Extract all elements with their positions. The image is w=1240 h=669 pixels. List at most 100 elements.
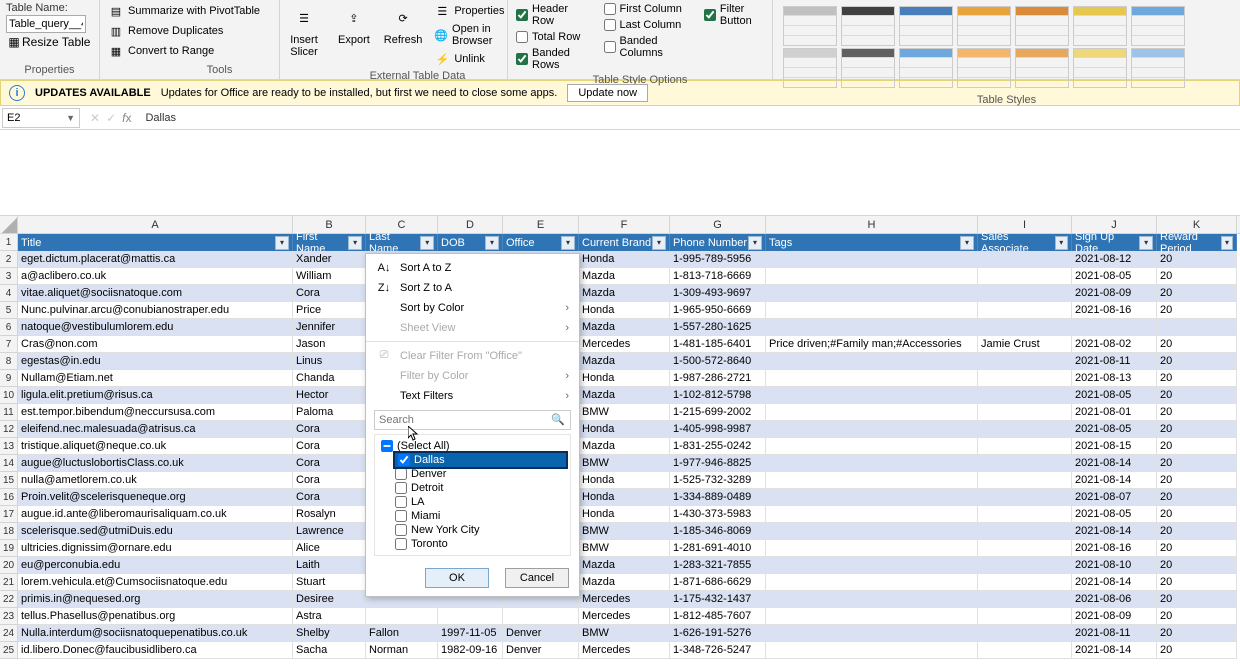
cancel-formula-icon[interactable]: ✕ [90,111,100,125]
refresh-button[interactable]: ⟳Refresh [380,2,427,48]
cell[interactable]: Honda [579,302,670,319]
cell[interactable] [978,540,1072,557]
cell[interactable]: 1-995-789-5956 [670,251,766,268]
row-header[interactable]: 1 [0,234,18,251]
cell[interactable]: Honda [579,472,670,489]
filter-check-item[interactable]: Detroit [395,481,566,495]
cell[interactable]: 1-348-726-5247 [670,642,766,659]
cell[interactable]: 2021-08-14 [1072,455,1157,472]
table-header-cell[interactable]: First Name▾ [293,234,366,251]
cell[interactable]: Desiree [293,591,366,608]
cell[interactable]: 20 [1157,523,1237,540]
cell[interactable]: egestas@in.edu [18,353,293,370]
filter-check-item[interactable]: LA [395,495,566,509]
cell[interactable]: BMW [579,523,670,540]
cell[interactable] [978,557,1072,574]
cell[interactable] [978,625,1072,642]
cell[interactable]: 20 [1157,268,1237,285]
row-header[interactable]: 18 [0,523,18,540]
cell[interactable]: 20 [1157,251,1237,268]
cell[interactable] [978,319,1072,336]
cell[interactable] [766,455,978,472]
cell[interactable]: Cora [293,285,366,302]
table-style-thumb[interactable] [899,6,953,46]
cell[interactable] [978,574,1072,591]
cell[interactable]: Norman [366,642,438,659]
table-style-thumb[interactable] [1131,6,1185,46]
cell[interactable]: 20 [1157,404,1237,421]
cell[interactable]: 2021-08-05 [1072,268,1157,285]
cell[interactable]: 20 [1157,574,1237,591]
cell[interactable]: nulla@ametlorem.co.uk [18,472,293,489]
cell[interactable]: 1-965-950-6669 [670,302,766,319]
cell[interactable]: 2021-08-05 [1072,387,1157,404]
cell[interactable]: eu@perconubia.edu [18,557,293,574]
cell[interactable] [766,642,978,659]
filter-dropdown-icon[interactable]: ▾ [561,236,575,250]
filter-check-item[interactable]: (Select All) [381,439,566,453]
cell[interactable]: Mazda [579,268,670,285]
cell[interactable]: 1-175-432-1437 [670,591,766,608]
row-header[interactable]: 22 [0,591,18,608]
select-all-corner[interactable] [0,216,18,234]
open-browser-button[interactable]: 🌐Open in Browser [432,22,506,48]
cell[interactable]: ligula.elit.pretium@risus.ca [18,387,293,404]
row-header[interactable]: 5 [0,302,18,319]
row-header[interactable]: 16 [0,489,18,506]
cell[interactable]: 1-500-572-8640 [670,353,766,370]
table-header-cell[interactable]: Tags▾ [766,234,978,251]
filter-dropdown-icon[interactable]: ▾ [1139,236,1153,250]
table-header-cell[interactable]: Title▾ [18,234,293,251]
cell[interactable]: scelerisque.sed@utmiDuis.edu [18,523,293,540]
row-header[interactable]: 14 [0,455,18,472]
column-header[interactable]: E [503,216,579,233]
cell[interactable]: Stuart [293,574,366,591]
cell[interactable]: 20 [1157,336,1237,353]
cell[interactable] [766,438,978,455]
cell[interactable]: 2021-08-14 [1072,523,1157,540]
filter-dropdown-icon[interactable]: ▾ [960,236,974,250]
filter-dropdown-icon[interactable]: ▾ [1221,236,1233,250]
cell[interactable]: BMW [579,404,670,421]
cell[interactable] [766,489,978,506]
cell[interactable]: 20 [1157,455,1237,472]
cell[interactable]: 2021-08-06 [1072,591,1157,608]
cell[interactable]: 1-557-280-1625 [670,319,766,336]
table-style-thumb[interactable] [1073,48,1127,88]
cell[interactable]: a@aclibero.co.uk [18,268,293,285]
cell[interactable]: 2021-08-13 [1072,370,1157,387]
cell[interactable] [766,268,978,285]
formula-value[interactable]: Dallas [139,112,1240,124]
cell[interactable]: 2021-08-16 [1072,302,1157,319]
cell[interactable]: 1-283-321-7855 [670,557,766,574]
cell[interactable]: lorem.vehicula.et@Cumsociisnatoque.edu [18,574,293,591]
filter-dropdown-icon[interactable]: ▾ [420,236,434,250]
cell[interactable] [766,370,978,387]
cell[interactable]: Mazda [579,557,670,574]
table-style-thumb[interactable] [841,6,895,46]
cell[interactable]: tristique.aliquet@neque.co.uk [18,438,293,455]
cell[interactable]: augue.id.ante@liberomaurisaliquam.co.uk [18,506,293,523]
cell[interactable] [978,387,1072,404]
summarize-pivot-button[interactable]: ▤Summarize with PivotTable [106,2,262,20]
cell[interactable] [766,302,978,319]
filter-search-input[interactable] [374,410,571,430]
cell[interactable]: 20 [1157,353,1237,370]
cell[interactable] [766,421,978,438]
row-header[interactable]: 10 [0,387,18,404]
cell[interactable]: 1-185-346-8069 [670,523,766,540]
remove-duplicates-button[interactable]: ▥Remove Duplicates [106,22,225,40]
cell[interactable]: Nulla.interdum@sociisnatoquepenatibus.co… [18,625,293,642]
cell[interactable]: Lawrence [293,523,366,540]
row-header[interactable]: 19 [0,540,18,557]
cell[interactable]: 1982-09-16 [438,642,503,659]
cell[interactable]: Mazda [579,387,670,404]
cell[interactable]: Mercedes [579,642,670,659]
cell[interactable]: Alice [293,540,366,557]
table-header-cell[interactable]: Current Brand▾ [579,234,670,251]
cell[interactable] [1157,319,1237,336]
filter-dropdown-icon[interactable]: ▾ [1055,236,1068,250]
cell[interactable] [766,285,978,302]
filter-check-item[interactable]: Toronto [395,537,566,551]
table-style-thumb[interactable] [957,6,1011,46]
